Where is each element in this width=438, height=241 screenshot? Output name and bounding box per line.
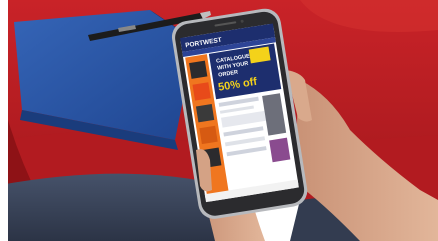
product-tile-3 xyxy=(195,104,215,123)
side-banner-2 xyxy=(269,137,291,163)
photo-scene: PORTWEST CATALOGUE WITH YOUR ORDER 50% o… xyxy=(0,0,438,241)
image-border xyxy=(0,0,8,241)
product-tile-4 xyxy=(199,125,218,145)
photo: PORTWEST CATALOGUE WITH YOUR ORDER 50% o… xyxy=(0,0,438,241)
product-tile-2 xyxy=(192,82,211,101)
product-tile-1 xyxy=(189,60,208,79)
